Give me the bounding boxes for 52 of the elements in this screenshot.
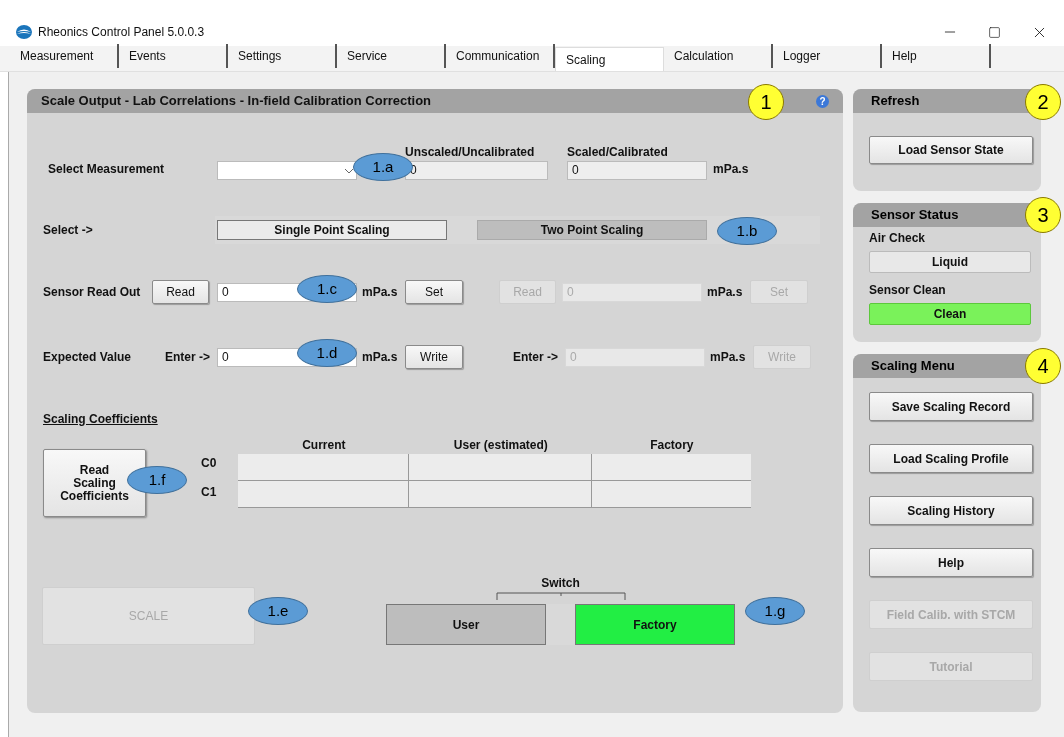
column-heading: Factory [649,437,695,454]
window-title: Rheonics Control Panel 5.0.0.3 [38,24,205,41]
status-indicator: Liquid [869,251,1031,273]
unit-label: mPa.s [362,284,399,301]
status-label: Air Check [869,230,927,247]
tab[interactable]: Settings [228,44,337,68]
bracket-icon [495,592,626,600]
column-heading: Scaled/Calibrated [567,144,669,161]
enter-label: Enter -> [513,349,559,366]
unit-label: mPa.s [713,161,749,178]
switch-label: Switch [541,575,580,592]
tab[interactable]: Scaling [555,47,664,71]
field-label: Sensor Read Out [43,284,142,301]
menu-button[interactable]: Save Scaling Record [869,392,1033,421]
scaling-mode-button[interactable]: Two Point Scaling [477,220,707,240]
write-button[interactable]: Write [405,345,463,369]
set-button[interactable]: Set [405,280,463,304]
tab[interactable]: Measurement [10,44,119,68]
tab[interactable]: Events [119,44,228,68]
panel-title: Scale Output - Lab Correlations - In-field Calibration Correction [41,92,432,111]
unit-label: mPa.s [707,284,744,301]
field-label: Expected Value [43,349,133,366]
switch-option[interactable]: User [386,604,546,645]
status-label: Sensor Clean [869,282,947,299]
section-title: Scaling Coefficients [43,412,158,426]
column-heading: User (estimated) [452,437,549,454]
status-indicator: Clean [869,303,1031,325]
menu-button[interactable]: Scaling History [869,496,1033,525]
switch-option[interactable]: Factory [575,604,735,645]
load-state-button[interactable]: Load Sensor State [869,136,1033,164]
row-label: C0 [201,455,217,472]
scaling-mode-button[interactable]: Single Point Scaling [217,220,447,240]
input-field[interactable]: 0 [567,161,707,180]
menu-button[interactable]: Help [869,548,1033,577]
menu-button[interactable]: Load Scaling Profile [869,444,1033,473]
help-icon[interactable]: ? [816,94,829,108]
row-label: C1 [201,484,217,501]
app-logo-icon [16,25,32,39]
maximize-icon[interactable] [988,25,1001,39]
tab[interactable]: Help [882,44,991,68]
tab[interactable]: Logger [773,44,882,68]
chevron-down-icon [344,167,354,174]
unit-label: mPa.s [362,349,399,366]
read-coefficients-button[interactable]: Read Scaling Coefficients [43,449,146,517]
column-heading: Current [301,437,347,454]
field-label: Select Measurement [48,161,166,178]
field-label: Select -> [43,222,94,239]
unit-label: mPa.s [710,349,747,366]
tab[interactable]: Service [337,44,446,68]
tab[interactable]: Calculation [664,44,773,68]
read-button[interactable]: Read [152,280,209,304]
enter-label: Enter -> [165,349,211,366]
